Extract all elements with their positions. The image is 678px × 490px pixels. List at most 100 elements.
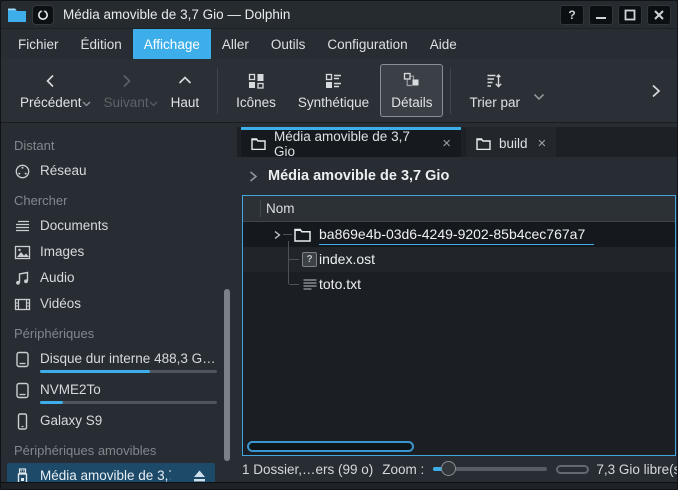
- file-name[interactable]: ba869e4b-03d6-4249-9202-85b4cec767a7: [319, 226, 594, 245]
- folder-icon: [251, 137, 266, 150]
- zoom-label: Zoom :: [382, 462, 424, 477]
- chevron-right-icon: [247, 170, 259, 183]
- items-summary: 1 Dossier,…ers (99 o): [242, 462, 373, 477]
- chevron-down-icon: [82, 101, 91, 107]
- image-icon: [14, 244, 31, 261]
- unknown-file-icon: ?: [302, 252, 317, 267]
- file-row-index-ost[interactable]: ? index.ost: [243, 247, 675, 272]
- window-bottom-frame: [1, 482, 677, 489]
- icons-view-icon: [247, 71, 266, 90]
- maximize-button[interactable]: [618, 5, 642, 25]
- window-body: Distant Réseau Chercher Documents Images…: [1, 123, 677, 482]
- places-section-chercher: Chercher: [1, 184, 237, 213]
- menu-affichage[interactable]: Affichage: [133, 29, 211, 59]
- network-icon: [14, 163, 31, 180]
- sort-by-button[interactable]: Trier par: [458, 64, 531, 117]
- text-file-icon: [302, 277, 318, 292]
- places-section-peripheriques-amovibles: Périphériques amovibles: [1, 434, 237, 463]
- breadcrumb[interactable]: Média amovible de 3,7 Gio: [237, 157, 677, 195]
- tree-guide-line: [288, 241, 289, 284]
- details-view-button[interactable]: Détails: [380, 64, 443, 117]
- sidebar-item-media-amovible[interactable]: Média amovible de 3,7 …: [7, 463, 215, 482]
- compact-view-button[interactable]: Synthétique: [287, 64, 380, 117]
- icons-view-button[interactable]: Icônes: [225, 64, 287, 117]
- folder-icon: [476, 137, 491, 150]
- main-area: Média amovible de 3,7 Gio × build × Médi…: [237, 123, 677, 482]
- minimize-button[interactable]: [589, 5, 613, 25]
- dolphin-folder-icon: [7, 6, 27, 23]
- menu-aide[interactable]: Aide: [419, 29, 468, 59]
- file-row-folder[interactable]: ba869e4b-03d6-4249-9202-85b4cec767a7: [243, 222, 675, 247]
- places-panel: Distant Réseau Chercher Documents Images…: [1, 123, 237, 482]
- tab-build[interactable]: build ×: [466, 127, 556, 157]
- file-name[interactable]: toto.txt: [319, 276, 361, 292]
- film-icon: [14, 296, 31, 313]
- chevron-left-icon: [42, 72, 60, 90]
- usb-stick-icon: [14, 468, 31, 482]
- help-button[interactable]: ?: [560, 5, 584, 25]
- file-row-toto-txt[interactable]: toto.txt: [243, 272, 675, 297]
- chevron-down-icon[interactable]: [533, 93, 545, 101]
- tabbar: Média amovible de 3,7 Gio × build ×: [237, 127, 677, 157]
- toolbar-overflow-chevron-icon[interactable]: [649, 82, 663, 100]
- sidebar-item-audio[interactable]: Audio: [1, 265, 237, 291]
- window-title: Média amovible de 3,7 Gio — Dolphin: [63, 7, 290, 22]
- tree-guide-line: [283, 234, 292, 235]
- file-list: ba869e4b-03d6-4249-9202-85b4cec767a7 ? i…: [243, 222, 675, 455]
- tab-close-icon[interactable]: ×: [538, 136, 547, 151]
- zoom-slider-handle[interactable]: [441, 461, 456, 476]
- tab-label: build: [499, 136, 528, 151]
- back-button[interactable]: Précédent: [9, 65, 93, 117]
- sidebar-scrollbar[interactable]: [224, 289, 230, 461]
- forward-button[interactable]: Suivant: [93, 65, 160, 117]
- tab-close-icon[interactable]: ×: [442, 136, 451, 151]
- menu-aller[interactable]: Aller: [211, 29, 260, 59]
- menubar: Fichier Édition Affichage Aller Outils C…: [1, 29, 677, 59]
- sidebar-item-disque-dur-interne[interactable]: Disque dur interne 488,3 G…: [1, 346, 237, 377]
- toolbar: Précédent Suivant Haut Icônes Synthétiqu…: [1, 59, 677, 123]
- toolbar-separator: [450, 68, 451, 114]
- document-lines-icon: [14, 218, 31, 235]
- menu-configuration[interactable]: Configuration: [316, 29, 418, 59]
- chevron-down-icon: [149, 101, 158, 107]
- sidebar-item-galaxy-s9[interactable]: Galaxy S9: [1, 408, 237, 434]
- details-view-icon: [402, 71, 421, 90]
- column-header-nom[interactable]: Nom: [243, 196, 675, 222]
- sidebar-item-images[interactable]: Images: [1, 239, 237, 265]
- capacity-bar: [40, 401, 217, 404]
- up-button[interactable]: Haut: [160, 65, 211, 117]
- column-separator: [260, 200, 261, 217]
- places-section-distant: Distant: [1, 129, 237, 158]
- sidebar-item-videos[interactable]: Vidéos: [1, 291, 237, 317]
- tab-media-amovible[interactable]: Média amovible de 3,7 Gio ×: [241, 127, 461, 157]
- hard-drive-icon: [14, 351, 31, 368]
- horizontal-scrollbar[interactable]: [247, 441, 414, 452]
- chevron-right-icon: [117, 72, 135, 90]
- zoom-slider[interactable]: [433, 461, 547, 477]
- music-note-icon: [14, 270, 31, 287]
- sort-icon: [485, 71, 504, 90]
- removable-media-badge-icon: [32, 5, 54, 25]
- file-name[interactable]: index.ost: [319, 251, 375, 267]
- places-section-peripheriques: Périphériques: [1, 317, 237, 346]
- hard-drive-icon: [14, 382, 31, 399]
- menu-outils[interactable]: Outils: [260, 29, 317, 59]
- breadcrumb-location[interactable]: Média amovible de 3,7 Gio: [268, 168, 449, 184]
- sidebar-item-documents[interactable]: Documents: [1, 213, 237, 239]
- dolphin-window: Média amovible de 3,7 Gio — Dolphin ? Fi…: [0, 0, 678, 490]
- folder-view: Nom ba869e4b-03d6-4249-9202-85b4cec767a7…: [242, 195, 676, 456]
- tree-guide-line: [289, 259, 299, 260]
- phone-icon: [14, 413, 31, 430]
- menu-edition[interactable]: Édition: [70, 29, 133, 59]
- menu-fichier[interactable]: Fichier: [7, 29, 70, 59]
- capacity-bar: [40, 370, 217, 373]
- tree-guide-line: [289, 284, 299, 285]
- toolbar-separator: [217, 68, 218, 114]
- expand-chevron-icon[interactable]: [272, 230, 282, 240]
- sidebar-item-reseau[interactable]: Réseau: [1, 158, 237, 184]
- eject-icon[interactable]: [192, 469, 207, 482]
- folder-icon: [294, 227, 311, 242]
- close-button[interactable]: [647, 5, 671, 25]
- sidebar-item-nvme2to[interactable]: NVME2To: [1, 377, 237, 408]
- free-space-label: 7,3 Gio libre(s): [596, 462, 678, 477]
